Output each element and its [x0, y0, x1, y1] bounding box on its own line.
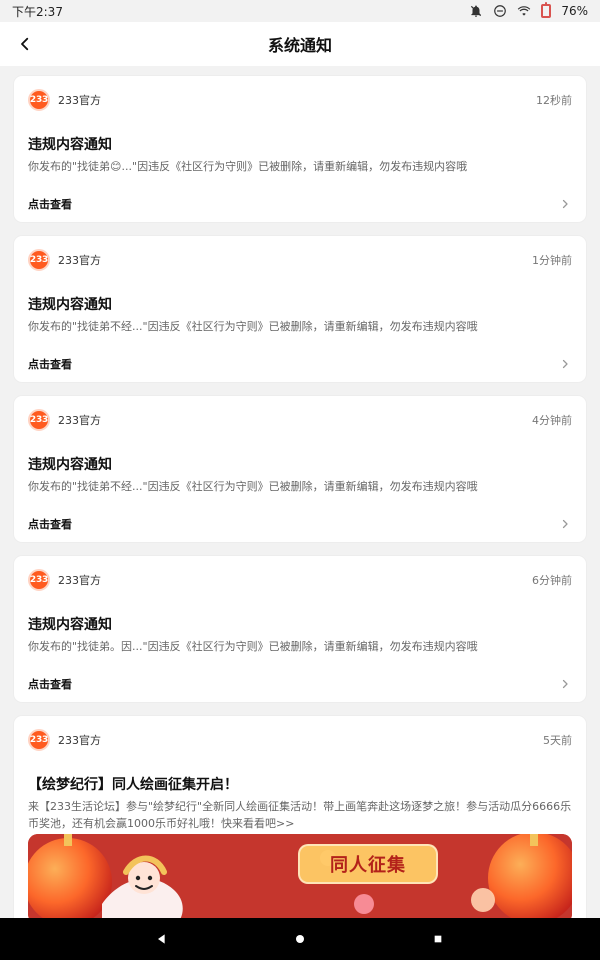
promo-card[interactable]: 233 233官方 5天前 【绘梦纪行】同人绘画征集开启！ 来【233生活论坛】… — [14, 716, 586, 918]
brand-logo-icon: 233 — [28, 89, 50, 111]
banner-headline: 同人征集 — [298, 844, 438, 884]
view-details-label: 点击查看 — [28, 198, 72, 211]
author: 233 233官方 — [28, 729, 101, 751]
chevron-right-icon — [558, 677, 572, 691]
author-name: 233官方 — [58, 574, 101, 587]
brand-logo-icon: 233 — [28, 729, 50, 751]
view-details[interactable]: 点击查看 — [28, 354, 572, 374]
battery-icon — [541, 2, 552, 18]
promo-description: 来【233生活论坛】参与"绘梦纪行"全新同人绘画征集活动！带上画笔奔赴这场逐梦之… — [28, 800, 572, 830]
chevron-right-icon — [558, 357, 572, 371]
status-right: 76% — [469, 2, 588, 18]
card-header: 233 233官方 6分钟前 — [28, 569, 572, 591]
author-name: 233官方 — [58, 734, 101, 747]
system-nav-bar — [0, 918, 600, 960]
back-nav-icon[interactable] — [153, 930, 171, 948]
back-button[interactable] — [14, 33, 36, 55]
card-header: 233 233官方 4分钟前 — [28, 409, 572, 431]
author: 233 233官方 — [28, 89, 101, 111]
card-header: 233 233官方 5天前 — [28, 729, 572, 751]
timestamp: 12秒前 — [536, 94, 572, 107]
notification-card[interactable]: 233 233官方 6分钟前 违规内容通知 你发布的"找徒弟。因..."因违反《… — [14, 556, 586, 702]
view-details[interactable]: 点击查看 — [28, 674, 572, 694]
chevron-left-icon — [21, 37, 29, 51]
recents-nav-icon[interactable] — [429, 930, 447, 948]
card-header: 233 233官方 12秒前 — [28, 89, 572, 111]
author: 233 233官方 — [28, 569, 101, 591]
home-nav-icon[interactable] — [291, 930, 309, 948]
battery-level: 76% — [561, 4, 588, 18]
notification-title: 违规内容通知 — [28, 457, 112, 473]
status-time: 下午2:37 — [12, 4, 63, 19]
page-title: 系统通知 — [267, 36, 332, 55]
wifi-icon — [517, 4, 531, 18]
view-details-label: 点击查看 — [28, 518, 72, 531]
mute-icon — [469, 4, 483, 18]
notification-title: 违规内容通知 — [28, 297, 112, 313]
brand-logo-icon: 233 — [28, 569, 50, 591]
promo-banner[interactable]: 同人征集 — [28, 834, 572, 918]
author: 233 233官方 — [28, 249, 101, 271]
author-name: 233官方 — [58, 414, 101, 427]
notification-card[interactable]: 233 233官方 1分钟前 违规内容通知 你发布的"找徒弟不经..."因违反《… — [14, 236, 586, 382]
notification-card[interactable]: 233 233官方 12秒前 违规内容通知 你发布的"找徒弟😊..."因违反《社… — [14, 76, 586, 222]
timestamp: 1分钟前 — [532, 254, 572, 267]
notification-body: 你发布的"找徒弟不经..."因违反《社区行为守则》已被删除，请重新编辑，勿发布违… — [28, 320, 478, 333]
view-details[interactable]: 点击查看 — [28, 514, 572, 534]
brand-logo-icon: 233 — [28, 409, 50, 431]
view-details-label: 点击查看 — [28, 678, 72, 691]
dnd-icon — [493, 4, 507, 18]
promo-title: 【绘梦纪行】同人绘画征集开启！ — [28, 777, 238, 793]
timestamp: 5天前 — [543, 734, 572, 747]
chevron-right-icon — [558, 197, 572, 211]
notification-body: 你发布的"找徒弟。因..."因违反《社区行为守则》已被删除，请重新编辑，勿发布违… — [28, 640, 478, 653]
notification-title: 违规内容通知 — [28, 617, 112, 633]
author-name: 233官方 — [58, 94, 101, 107]
author: 233 233官方 — [28, 409, 101, 431]
view-details-label: 点击查看 — [28, 358, 72, 371]
notification-body: 你发布的"找徒弟😊..."因违反《社区行为守则》已被删除，请重新编辑，勿发布违规… — [28, 160, 468, 173]
status-bar: 下午2:37 76% — [0, 0, 600, 22]
timestamp: 6分钟前 — [532, 574, 572, 587]
chevron-right-icon — [558, 517, 572, 531]
top-app-bar: 系统通知 — [0, 22, 600, 66]
notification-title: 违规内容通知 — [28, 137, 112, 153]
author-name: 233官方 — [58, 254, 101, 267]
brand-logo-icon: 233 — [28, 249, 50, 271]
notification-list: 233 233官方 12秒前 违规内容通知 你发布的"找徒弟😊..."因违反《社… — [0, 66, 600, 918]
card-header: 233 233官方 1分钟前 — [28, 249, 572, 271]
view-details[interactable]: 点击查看 — [28, 194, 572, 214]
notification-card[interactable]: 233 233官方 4分钟前 违规内容通知 你发布的"找徒弟不经..."因违反《… — [14, 396, 586, 542]
notification-body: 你发布的"找徒弟不经..."因违反《社区行为守则》已被删除，请重新编辑，勿发布违… — [28, 480, 478, 493]
timestamp: 4分钟前 — [532, 414, 572, 427]
